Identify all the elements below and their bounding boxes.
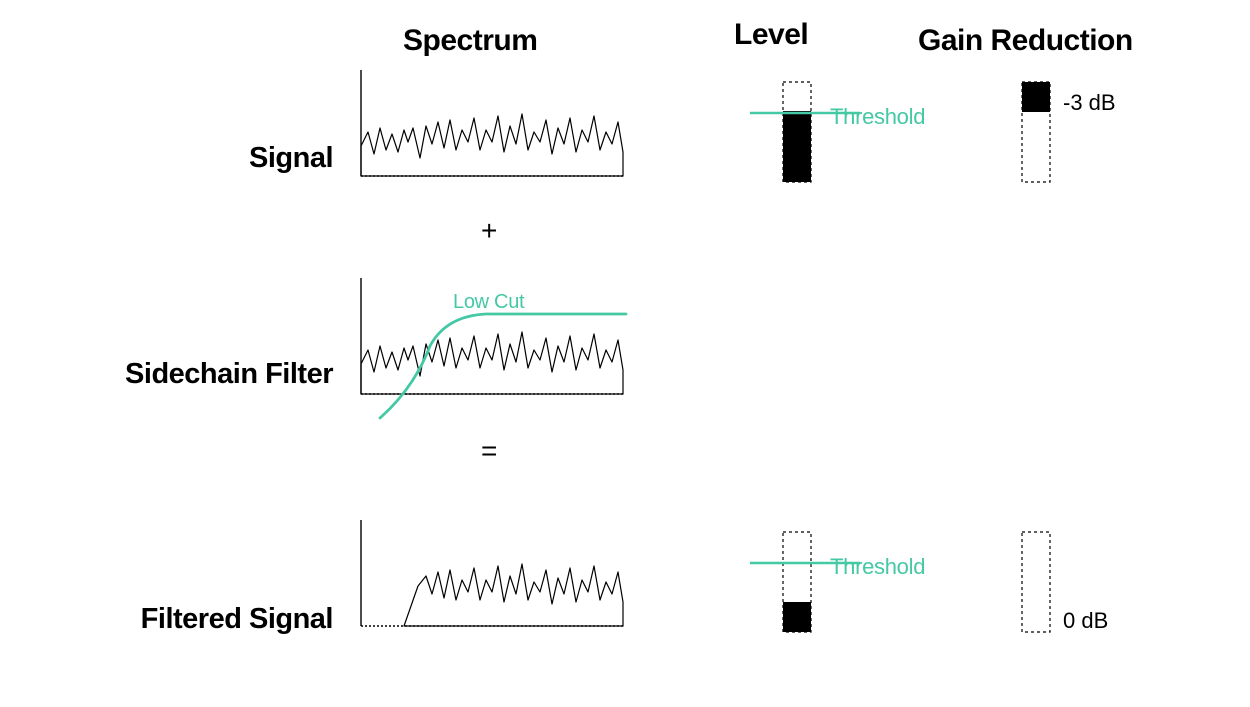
filtered-level-meter [771,530,823,636]
operator-equals: = [481,435,497,467]
filtered-gainreduction-label: 0 dB [1063,608,1108,634]
signal-level-meter [771,80,823,186]
col-header-gainreduction: Gain Reduction [918,24,1133,58]
signal-gainreduction-label: -3 dB [1063,90,1116,116]
signal-gainreduction-meter [1010,80,1062,186]
row-header-sidechain: Sidechain Filter [125,358,333,391]
filtered-gainreduction-meter [1010,530,1062,636]
row-header-signal: Signal [249,142,333,175]
operator-plus: + [481,215,497,247]
signal-threshold-label: Threshold [830,104,925,130]
signal-spectrum-plot [358,70,628,188]
col-header-level: Level [734,18,808,52]
row-header-filtered: Filtered Signal [141,603,333,636]
filtered-threshold-label: Threshold [830,554,925,580]
lowcut-label: Low Cut [453,291,524,314]
col-header-spectrum: Spectrum [403,24,537,58]
filtered-spectrum-plot [358,520,628,638]
